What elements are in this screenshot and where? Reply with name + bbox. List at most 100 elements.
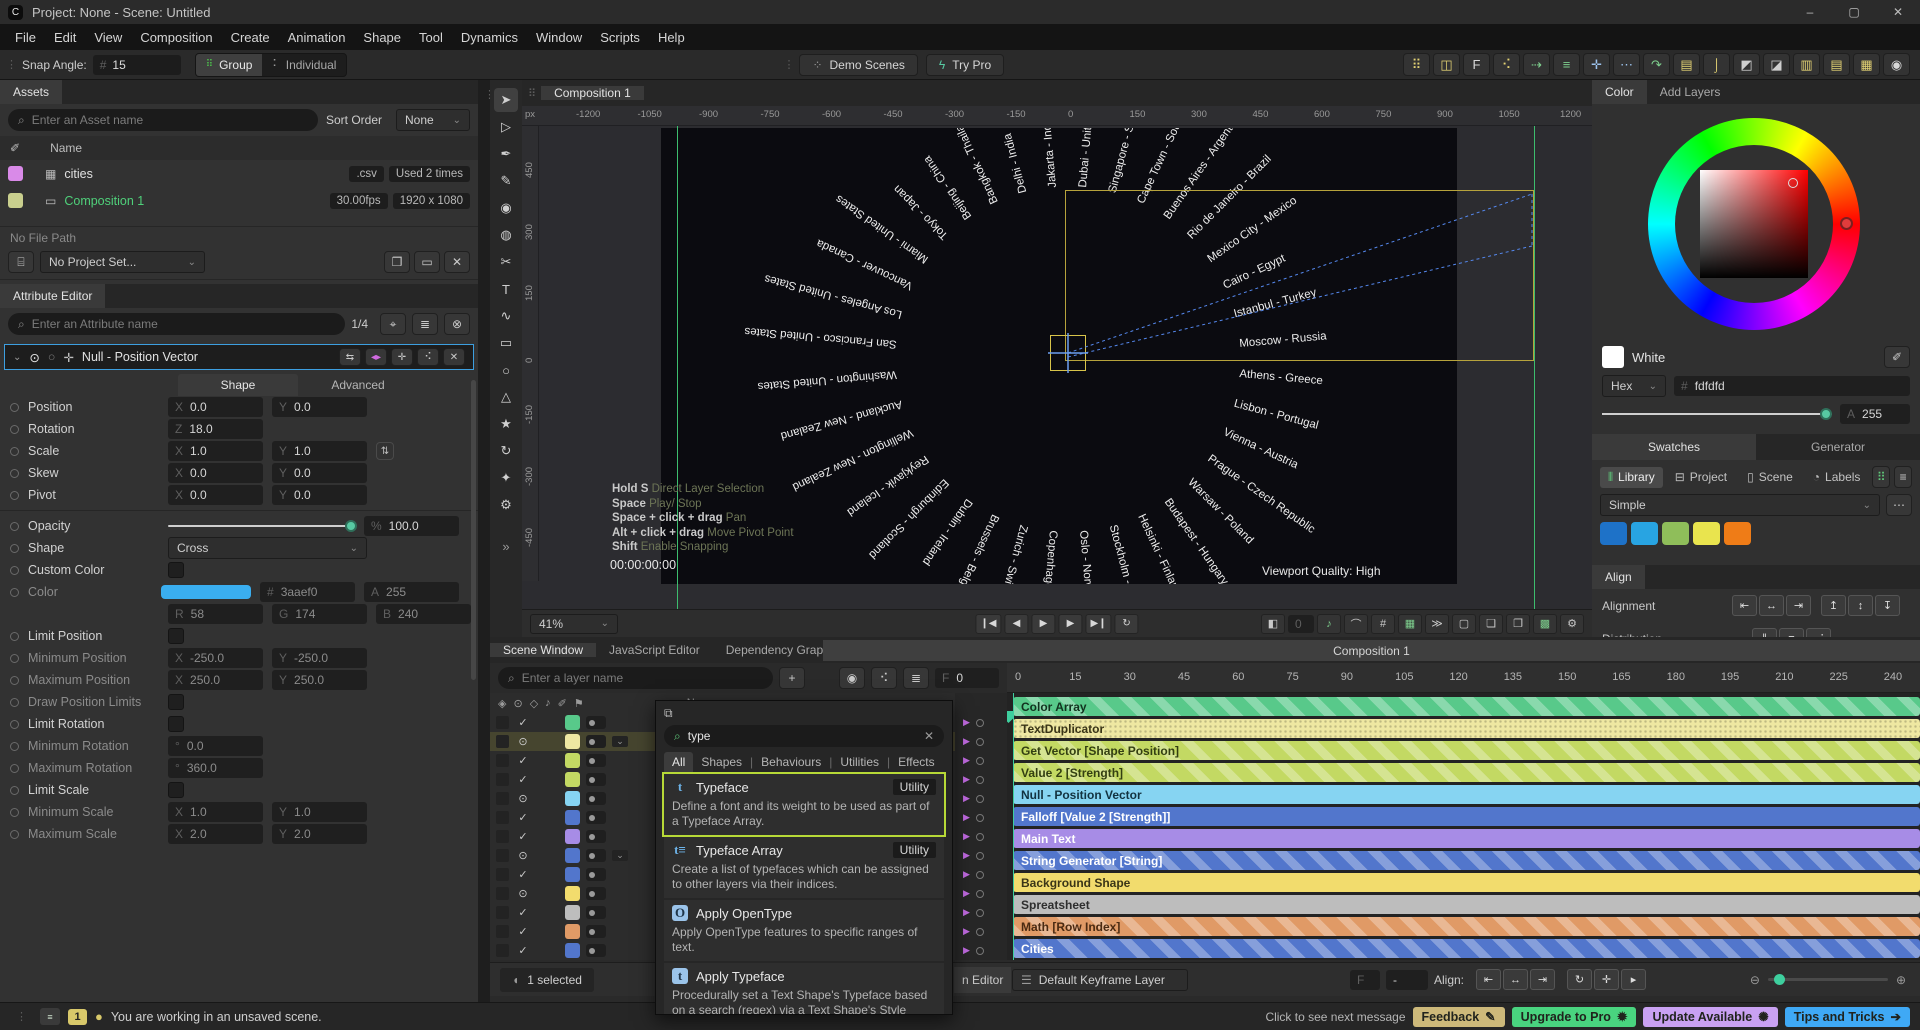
- attr-field[interactable]: G 174: [272, 604, 367, 624]
- menu-animation[interactable]: Animation: [279, 24, 355, 50]
- popup-item-apply-typeface[interactable]: t Apply Typeface Procedurally set a Text S…: [664, 963, 944, 1014]
- zoom-out-icon[interactable]: ⊖: [1750, 973, 1760, 987]
- frame-icon[interactable]: ▭: [414, 251, 440, 273]
- connect-tool[interactable]: ∿: [494, 304, 518, 328]
- menu-scripts[interactable]: Scripts: [591, 24, 649, 50]
- next-frame-button[interactable]: ▶: [1058, 613, 1083, 634]
- layer-flag-icon[interactable]: [586, 944, 606, 957]
- hex-field[interactable]: # fdfdfd: [1674, 376, 1910, 396]
- bounds-icon[interactable]: ▢: [1452, 613, 1476, 634]
- attr-field[interactable]: B 240: [376, 604, 471, 624]
- project-set-icon[interactable]: ⌸: [8, 251, 34, 273]
- arc-tool[interactable]: ↻: [494, 439, 518, 463]
- keyframe-circle-icon[interactable]: [975, 927, 984, 936]
- layer-lock-box[interactable]: [496, 868, 509, 881]
- attr-field[interactable]: Y 1.0: [272, 802, 367, 822]
- layer-flag-icon[interactable]: [586, 735, 606, 748]
- align-right-button[interactable]: ⇥: [1786, 595, 1811, 616]
- settings-tool[interactable]: ⚙: [494, 493, 518, 517]
- keyframe-triangle-icon[interactable]: ▶: [963, 717, 970, 728]
- layer-check-icon[interactable]: ✓: [515, 925, 531, 938]
- filmstrip-icon[interactable]: ▤: [1673, 53, 1700, 76]
- track-bar[interactable]: Color Array: [1013, 697, 1920, 716]
- footer-align-center-button[interactable]: ↔: [1503, 969, 1529, 990]
- layer-check-icon[interactable]: ✓: [515, 773, 531, 786]
- rig-icon[interactable]: ▦: [1398, 613, 1422, 634]
- attr-checkbox[interactable]: [168, 782, 184, 798]
- track-bar[interactable]: Cities: [1013, 939, 1920, 958]
- minimize-button[interactable]: –: [1788, 0, 1832, 24]
- align-bottom-button[interactable]: ↧: [1875, 595, 1900, 616]
- layer-eye-icon[interactable]: ⊙: [515, 887, 531, 900]
- close-button[interactable]: ✕: [1876, 0, 1920, 24]
- attr-field[interactable]: Y 0.0: [272, 463, 367, 483]
- layer-check-icon[interactable]: ✓: [515, 811, 531, 824]
- guide-line-right[interactable]: [1534, 126, 1535, 609]
- layer-eye-icon[interactable]: ⊙: [515, 792, 531, 805]
- tab-align[interactable]: Align: [1592, 565, 1645, 589]
- visibility-eye-icon[interactable]: ⊙: [29, 350, 39, 365]
- add-attribute-button[interactable]: ≣: [412, 313, 438, 335]
- layer-color-swatch[interactable]: [565, 715, 580, 730]
- attr-field[interactable]: % 100.0: [364, 516, 459, 536]
- tab-javascript-editor[interactable]: JavaScript Editor: [596, 643, 713, 657]
- timeline-ruler[interactable]: 0 15 30 45 60 75 90 105 120 135 150 165 180 195 210 225…: [1007, 663, 1920, 693]
- keyframe-radio-icon[interactable]: [10, 468, 19, 478]
- status-badge-update-available[interactable]: Update Available ✺: [1643, 1006, 1778, 1027]
- layer-flag-icon[interactable]: [586, 754, 606, 767]
- track-bar[interactable]: TextDuplicator: [1013, 719, 1920, 738]
- opacity-slider[interactable]: [167, 520, 357, 532]
- attr-field[interactable]: A 255: [364, 582, 459, 602]
- swatch-chip[interactable]: [1724, 522, 1751, 545]
- more-options-button[interactable]: ⠪: [417, 348, 439, 366]
- attr-field[interactable]: Y 0.0: [272, 485, 367, 505]
- keyframe-toggle[interactable]: ▶: [955, 713, 1007, 732]
- keyframe-toggle[interactable]: ▶: [955, 903, 1007, 922]
- footer-align-right-button[interactable]: ⇥: [1530, 969, 1556, 990]
- keyframe-radio-icon[interactable]: [10, 697, 19, 707]
- attr-field[interactable]: X 0.0: [168, 463, 263, 483]
- keyframe-radio-icon[interactable]: [10, 653, 19, 663]
- popup-tab-behaviours[interactable]: Behaviours: [753, 752, 829, 772]
- popup-detach-icon[interactable]: ⧉: [656, 701, 952, 723]
- keyframe-circle-icon[interactable]: [975, 889, 984, 898]
- keyframe-toggle[interactable]: ▶: [955, 884, 1007, 903]
- extrude-icon[interactable]: ◫: [1433, 53, 1460, 76]
- attr-field[interactable]: Y -250.0: [272, 648, 367, 668]
- graph-editor-tab-partial[interactable]: n Editor: [954, 967, 1012, 993]
- keyframe-triangle-icon[interactable]: ▶: [963, 831, 970, 842]
- track-bar[interactable]: Math [Row Index]: [1013, 917, 1920, 936]
- popup-item-apply-opentype[interactable]: O Apply OpenType Apply OpenType features t…: [664, 900, 944, 961]
- tab-assets[interactable]: Assets: [0, 80, 63, 104]
- lib-tab-scene[interactable]: ▯ Scene: [1739, 467, 1801, 487]
- menu-edit[interactable]: Edit: [45, 24, 85, 50]
- menu-view[interactable]: View: [85, 24, 131, 50]
- attr-checkbox[interactable]: [168, 628, 184, 644]
- arc-icon[interactable]: ↷: [1643, 53, 1670, 76]
- keyframe-toggle[interactable]: ▶: [955, 770, 1007, 789]
- scatter-icon[interactable]: ⠪: [1493, 53, 1520, 76]
- swatch-more-button[interactable]: ⋯: [1886, 494, 1912, 516]
- list-view-button[interactable]: ≡: [1894, 466, 1912, 488]
- attribute-search-input[interactable]: ⌕ Enter an Attribute name: [8, 313, 346, 335]
- isolate-button[interactable]: ⠪: [871, 667, 897, 689]
- attr-field[interactable]: Y 0.0: [272, 397, 367, 417]
- track-bar[interactable]: Spreatsheet: [1013, 895, 1920, 914]
- attr-field[interactable]: X 1.0: [168, 802, 263, 822]
- layer-lock-box[interactable]: [496, 849, 509, 862]
- layer-check-icon[interactable]: ✓: [515, 830, 531, 843]
- maximize-button[interactable]: ▢: [1832, 0, 1876, 24]
- duplicator-icon[interactable]: ⠿: [1403, 53, 1430, 76]
- keyframe-triangle-icon[interactable]: ▶: [963, 793, 970, 804]
- layer-color-swatch[interactable]: [565, 848, 580, 863]
- keyframe-radio-icon[interactable]: [10, 719, 19, 729]
- keyframe-radio-icon[interactable]: [10, 785, 19, 795]
- layer-flag-icon[interactable]: [586, 849, 606, 862]
- draw-tool[interactable]: ✎: [494, 169, 518, 193]
- layer-lock-box[interactable]: [496, 925, 509, 938]
- layer-flag-icon[interactable]: [586, 868, 606, 881]
- layer-color-swatch[interactable]: [565, 791, 580, 806]
- clear-search-button[interactable]: ⊗: [444, 313, 470, 335]
- tab-add-layers[interactable]: Add Layers: [1647, 80, 1734, 104]
- layer-lock-box[interactable]: [496, 773, 509, 786]
